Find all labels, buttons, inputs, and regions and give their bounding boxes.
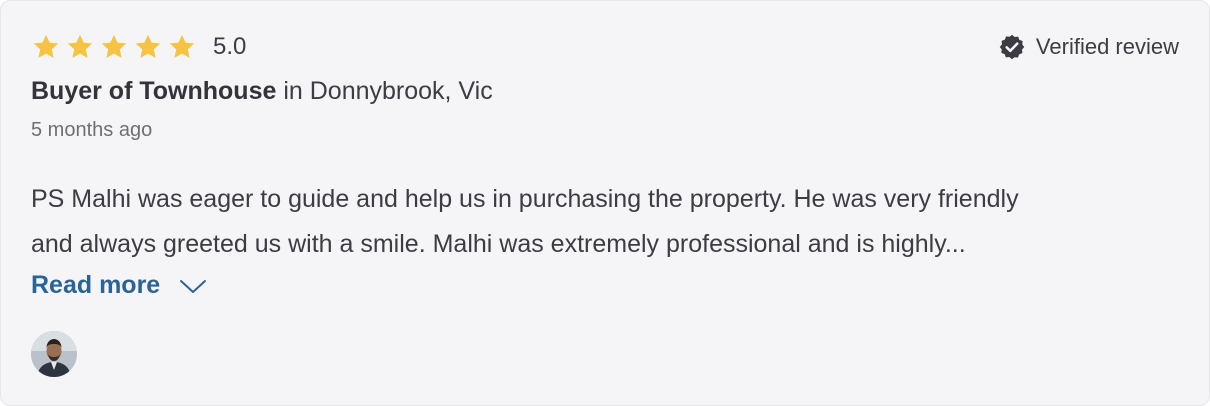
review-text-line: PS Malhi was eager to guide and help us …	[31, 185, 1019, 213]
review-text: PS Malhi was eager to guide and help us …	[31, 177, 1181, 267]
read-more-label: Read more	[31, 271, 161, 299]
verified-label: Verified review	[1035, 34, 1179, 59]
star-icon	[101, 34, 127, 58]
star-icon	[67, 34, 93, 58]
star-icon	[33, 34, 59, 58]
verified-review-badge: Verified review	[998, 31, 1179, 63]
star-icon	[169, 34, 195, 58]
rating-row: 5.0	[31, 31, 246, 63]
chevron-down-icon	[180, 279, 207, 293]
rating-value: 5.0	[213, 33, 247, 60]
review-card: 5.0 Verified review Buyer of Townhouse i…	[0, 0, 1210, 406]
star-rating	[31, 32, 197, 62]
buyer-location: in Donnybrook, Vic	[283, 77, 493, 105]
review-time: 5 months ago	[31, 119, 153, 141]
reviewer-info: Buyer of Townhouse in Donnybrook, Vic	[31, 77, 493, 106]
buyer-role: Buyer of Townhouse	[31, 77, 277, 105]
reviewer-avatar[interactable]	[31, 331, 77, 377]
person-photo	[31, 331, 77, 377]
review-text-line: and always greeted us with a smile. Malh…	[31, 230, 966, 258]
star-icon	[135, 34, 161, 58]
read-more-button[interactable]: Read more	[31, 271, 208, 300]
verified-badge-icon	[999, 34, 1025, 60]
